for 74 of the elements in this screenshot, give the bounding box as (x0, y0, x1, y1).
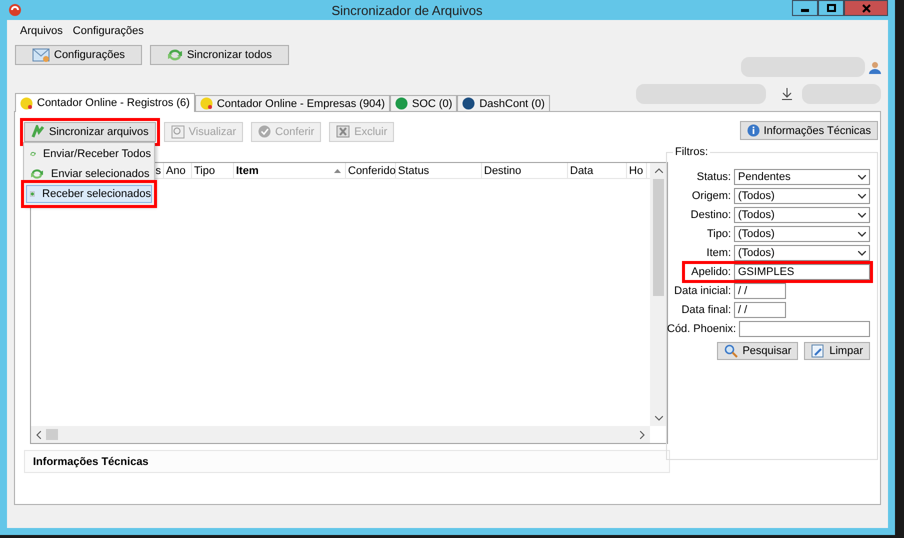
dropdown[interactable]: (Todos) (734, 245, 870, 261)
tab[interactable]: Contador Online - Registros (6) (15, 93, 195, 112)
field-label: Data final: (681, 304, 731, 316)
column-header[interactable]: Item (234, 163, 346, 178)
dropdown[interactable]: (Todos) (734, 207, 870, 223)
delete-icon (336, 125, 350, 138)
window-title: Sincronizador de Arquivos (330, 2, 484, 18)
scroll-thumb[interactable] (46, 429, 58, 440)
field-label: Status: (696, 171, 731, 183)
input-field[interactable]: GSIMPLES (734, 264, 870, 280)
search-icon (724, 344, 738, 358)
chevron-down-icon (858, 232, 866, 236)
column-header[interactable]: Data (568, 163, 627, 178)
date-field[interactable]: / / (734, 302, 786, 318)
column-header[interactable]: Destino (482, 163, 568, 178)
check-icon (258, 125, 272, 138)
field-label: Cód. Phoenix: (667, 323, 736, 335)
field-label: Item: (706, 247, 731, 259)
scroll-right-icon (640, 430, 645, 438)
badge-icon (462, 97, 476, 110)
chevron-down-icon (858, 212, 866, 218)
toolbar-button[interactable]: Configurações (15, 45, 142, 65)
scroll-thumb[interactable] (653, 179, 664, 296)
field-label: Origem: (692, 190, 731, 202)
filter-button[interactable]: Pesquisar (717, 342, 798, 360)
field-label: Data inicial: (674, 285, 731, 297)
chevron-down-icon (858, 250, 866, 256)
column-header[interactable]: Tipo (192, 163, 234, 178)
dropdown[interactable]: Pendentes (734, 169, 870, 185)
vertical-scrollbar[interactable] (650, 163, 667, 426)
scroll-down-icon (654, 416, 662, 421)
app-logo-icon (8, 3, 22, 17)
close-icon (862, 4, 870, 12)
column-header[interactable]: Status (396, 163, 482, 178)
minimize-button[interactable] (792, 0, 818, 16)
filter-button[interactable]: Limpar (804, 342, 870, 360)
tab[interactable]: DashCont (0) (457, 95, 550, 111)
info-icon (746, 124, 760, 137)
field-label: Apelido: (691, 266, 731, 278)
scroll-left-icon (36, 430, 41, 438)
menu-item[interactable]: Enviar selecionados (26, 165, 152, 183)
chevron-down-icon (858, 194, 866, 198)
magnifier-icon (170, 124, 185, 138)
maximize-icon (826, 4, 836, 12)
group-title: Filtros: (673, 146, 710, 158)
input-field[interactable] (739, 321, 870, 337)
close-button[interactable] (844, 0, 888, 16)
toolbar-button[interactable]: Sincronizar todos (150, 45, 289, 65)
dropdown[interactable]: (Todos) (734, 188, 870, 204)
chevron-down-icon (858, 174, 866, 180)
date-field[interactable]: / / (734, 283, 786, 299)
menu-item[interactable]: Configurações (72, 25, 144, 37)
field-label: Destino: (690, 209, 731, 221)
info-button[interactable]: Informações Técnicas (740, 121, 878, 140)
badge-icon (20, 96, 33, 110)
tab[interactable]: Contador Online - Empresas (904) (194, 95, 390, 111)
menu-item[interactable]: Enviar/Receber Todos (26, 145, 152, 163)
column-header[interactable]: Ho (627, 163, 647, 178)
envelope-icon (32, 48, 50, 62)
dropdown[interactable]: (Todos) (734, 226, 870, 242)
badge-icon (394, 97, 408, 110)
user-icon (869, 60, 881, 74)
scroll-up-icon (654, 168, 662, 173)
field-label: Tipo: (706, 228, 731, 240)
sort-arrow-icon (334, 169, 341, 173)
document-icon (811, 344, 826, 358)
tab[interactable]: SOC (0) (390, 95, 458, 111)
column-header[interactable]: Conferido (346, 163, 396, 178)
horizontal-scrollbar[interactable] (31, 426, 650, 443)
badge-icon (200, 97, 213, 110)
menu-item[interactable]: Arquivos (20, 25, 63, 37)
panel-title: Informações Técnicas (32, 456, 149, 468)
column-header[interactable]: Ano (164, 163, 192, 178)
maximize-button[interactable] (818, 0, 844, 16)
